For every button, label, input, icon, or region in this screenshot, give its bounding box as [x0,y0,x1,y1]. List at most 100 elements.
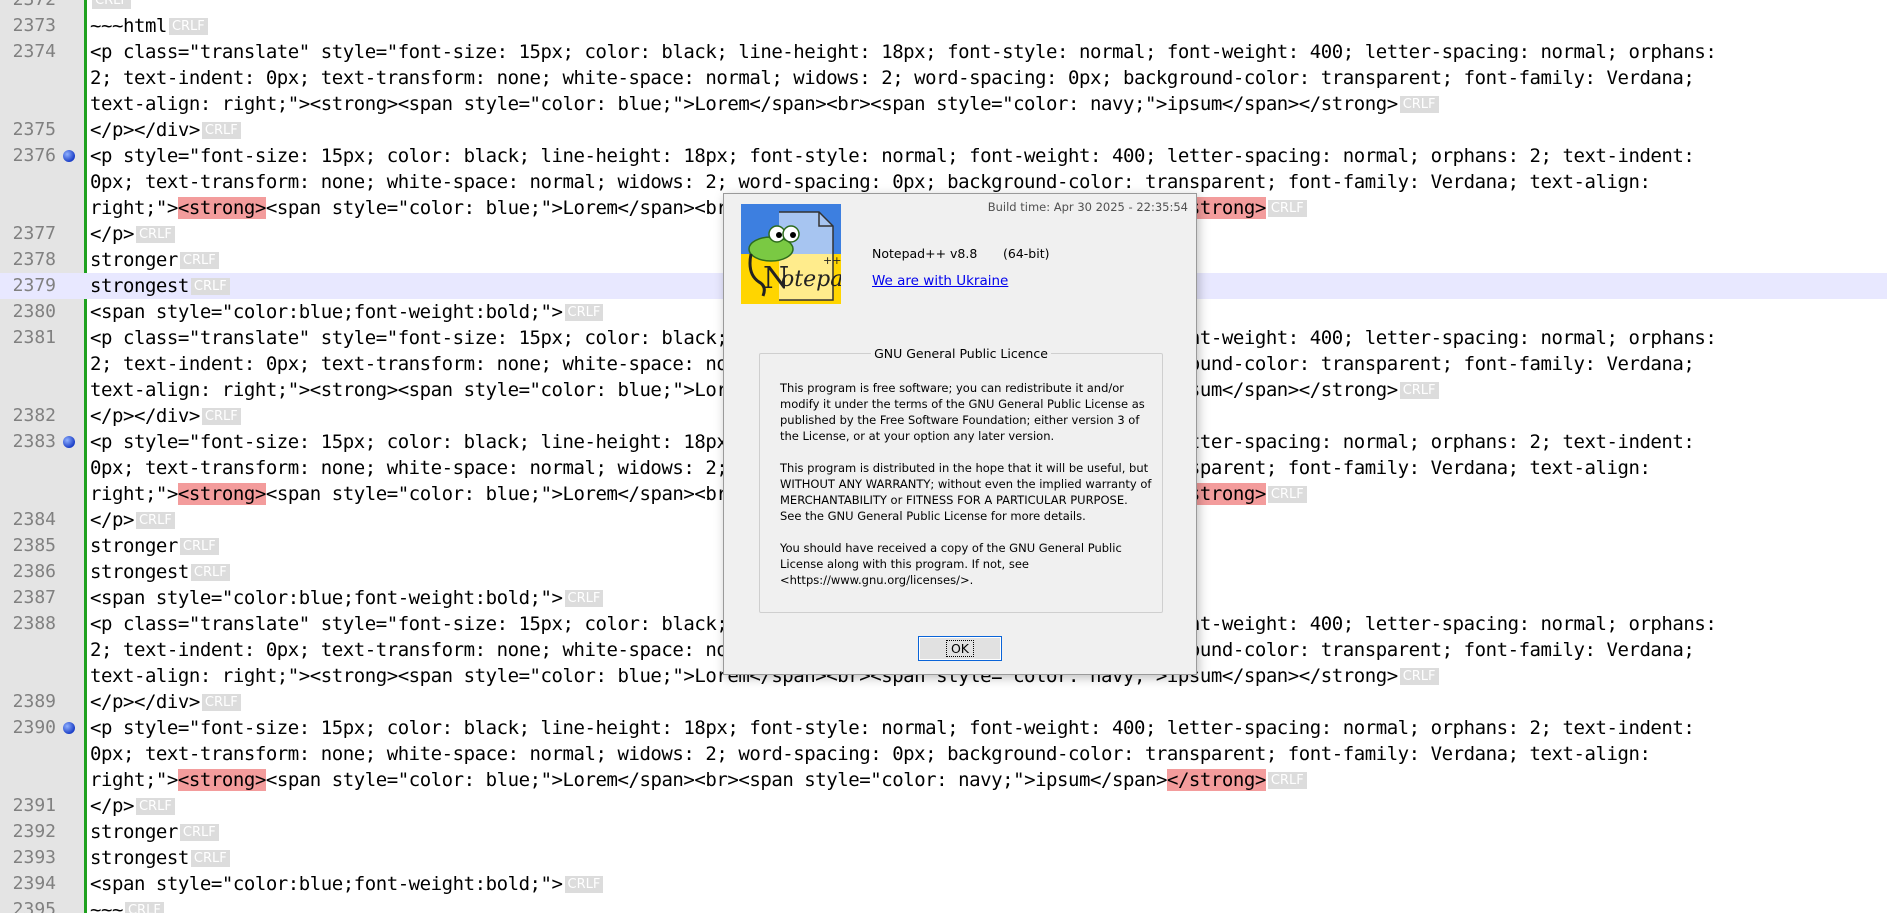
code-segment: right;"> [90,197,178,219]
code-text: CRLF [90,0,131,13]
code-segment: stronger [90,821,178,843]
bookmark-icon[interactable] [63,150,75,162]
code-line[interactable]: 2395 ~~~ CRLF [0,897,1887,913]
code-text: </p> CRLF [90,221,175,247]
code-line[interactable]: 2390 <p style="font-size: 15px; color: bl… [0,715,1887,741]
about-dialog: otepad N ++ Build time: Apr 30 2025 - 22… [723,193,1197,675]
code-text: strongest CRLF [90,559,230,585]
code-line[interactable]: 0px; text-transform: none; white-space: … [0,741,1887,767]
crlf-marker: CRLF [1267,486,1307,503]
code-text: right;"><strong><span style="color: blue… [90,767,1307,793]
crlf-marker: CRLF [201,694,241,711]
code-text: <p class="translate" style="font-size: 1… [90,39,1717,65]
code-text: <span style="color:blue;font-weight:bold… [90,871,604,897]
ukraine-link[interactable]: We are with Ukraine [872,273,1008,289]
crlf-marker: CRLF [190,850,230,867]
crlf-marker: CRLF [179,824,219,841]
matched-tag-highlight: <strong> [177,197,266,219]
bookmark-icon[interactable] [63,436,75,448]
line-number: 2380 [12,301,56,322]
code-text: ~~~html CRLF [90,13,208,39]
code-segment: text-align: right;"><strong><span style=… [90,93,1398,115]
code-segment: right;"> [90,769,178,791]
code-line[interactable]: 2; text-indent: 0px; text-transform: non… [0,65,1887,91]
code-segment: </p> [90,223,134,245]
code-line[interactable]: 2373 ~~~html CRLF [0,13,1887,39]
line-number: 2373 [12,15,56,36]
code-segment: stronger [90,249,178,271]
code-line[interactable]: 2374 <p class="translate" style="font-siz… [0,39,1887,65]
line-number: 2379 [12,275,56,296]
line-number: 2376 [12,145,56,166]
crlf-marker: CRLF [564,304,604,321]
bookmark-icon[interactable] [63,722,75,734]
code-line[interactable]: right;"><strong><span style="color: blue… [0,767,1887,793]
line-number: 2385 [12,535,56,556]
line-number: 2372 [6,0,56,13]
code-segment: <p class="translate" style="font-size: 1… [90,41,1717,63]
code-segment: <p style="font-size: 15px; color: black;… [90,145,1695,167]
crlf-marker: CRLF [1399,96,1439,113]
licence-title: GNU General Public Licence [760,346,1162,361]
line-number: 2392 [12,821,56,842]
code-line[interactable]: 2394 <span style="color:blue;font-weight:… [0,871,1887,897]
line-number: 2375 [12,119,56,140]
line-number: 2386 [12,561,56,582]
line-number: 2393 [12,847,56,868]
svg-text:++: ++ [823,254,841,267]
code-line[interactable]: 2392 stronger CRLF [0,819,1887,845]
code-text: <span style="color:blue;font-weight:bold… [90,299,604,325]
code-segment: 0px; text-transform: none; white-space: … [90,743,1651,765]
crlf-marker: CRLF [201,122,241,139]
crlf-marker: CRLF [1267,772,1307,789]
code-segment: <span style="color:blue;font-weight:bold… [90,873,563,895]
line-number: 2388 [12,613,56,634]
code-text: <p style="font-size: 15px; color: black;… [90,143,1695,169]
ok-button[interactable]: OK [918,636,1002,661]
code-segment: strongest [90,847,189,869]
code-line[interactable]: 0px; text-transform: none; white-space: … [0,169,1887,195]
code-text: </p> CRLF [90,793,175,819]
code-line[interactable]: 2372 CRLF [0,0,1887,13]
svg-text:N: N [763,261,789,296]
line-number: 2384 [12,509,56,530]
code-text: <p style="font-size: 15px; color: black;… [90,715,1695,741]
line-number: 2382 [12,405,56,426]
code-segment: </p></div> [90,405,200,427]
code-text: stronger CRLF [90,533,219,559]
code-segment: ~~~ [90,899,123,913]
code-line[interactable]: 2393 strongest CRLF [0,845,1887,871]
licence-text[interactable]: This program is free software; you can r… [780,380,1152,604]
licence-paragraph: This program is free software; you can r… [780,381,1145,443]
line-number: 2390 [12,717,56,738]
code-segment: strongest [90,561,189,583]
code-text: </p></div> CRLF [90,403,241,429]
code-line[interactable]: 2389 </p></div> CRLF [0,689,1887,715]
notepad-plus-plus-logo: otepad N ++ [741,204,841,304]
code-segment: <p style="font-size: 15px; color: black;… [90,717,1695,739]
architecture-label: (64-bit) [1003,246,1050,261]
code-line[interactable]: 2375 </p></div> CRLF [0,117,1887,143]
matched-tag-highlight: <strong> [177,769,266,791]
line-number: 2391 [12,795,56,816]
app-version: Notepad++ v8.8 [872,246,978,261]
licence-group: GNU General Public Licence This program … [759,346,1163,613]
crlf-marker: CRLF [201,408,241,425]
code-text: strongest CRLF [90,845,230,871]
crlf-marker: CRLF [1399,668,1439,685]
code-segment: </p></div> [90,119,200,141]
line-number: 2389 [12,691,56,712]
licence-paragraph: This program is distributed in the hope … [780,461,1152,523]
code-line[interactable]: 2376 <p style="font-size: 15px; color: bl… [0,143,1887,169]
code-text: ~~~ CRLF [90,897,164,913]
code-segment: right;"> [90,483,178,505]
code-segment: </p> [90,795,134,817]
code-segment: <span style="color:blue;font-weight:bold… [90,587,563,609]
code-text: 0px; text-transform: none; white-space: … [90,741,1651,767]
code-line[interactable]: text-align: right;"><strong><span style=… [0,91,1887,117]
crlf-marker: CRLF [92,0,131,9]
code-line[interactable]: 2391 </p> CRLF [0,793,1887,819]
code-text: </p> CRLF [90,507,175,533]
crlf-marker: CRLF [1267,200,1307,217]
crlf-marker: CRLF [190,278,230,295]
